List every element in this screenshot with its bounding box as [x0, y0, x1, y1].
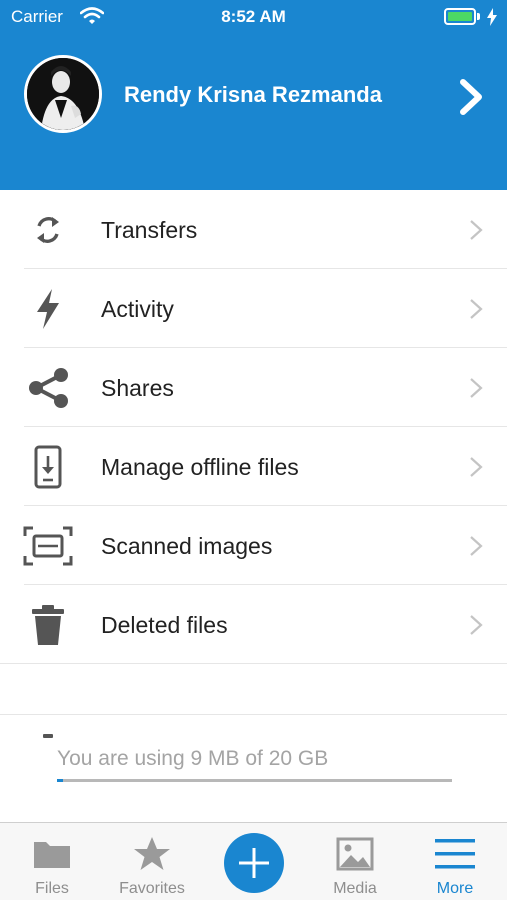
- tab-label: More: [436, 880, 474, 897]
- chevron-right-icon[interactable]: [456, 77, 486, 117]
- menu-item-activity[interactable]: Activity: [0, 269, 507, 348]
- lightning-icon: [22, 287, 74, 331]
- star-icon: [134, 837, 170, 870]
- menu-item-label: Transfers: [101, 217, 198, 243]
- menu-item-label: Activity: [101, 296, 174, 322]
- menu-item-transfers[interactable]: Transfers: [0, 190, 507, 269]
- tab-media[interactable]: Media: [305, 823, 405, 900]
- chevron-right-icon: [470, 220, 483, 240]
- chevron-right-icon: [470, 457, 483, 477]
- tab-label: Media: [333, 880, 377, 897]
- phone-download-icon: [22, 445, 74, 489]
- plus-icon: [239, 848, 269, 878]
- storage-progress-fill: [57, 779, 63, 782]
- add-button[interactable]: [224, 833, 284, 893]
- profile-row[interactable]: Rendy Krisna Rezmanda: [0, 55, 507, 137]
- menu-item-deleted-files[interactable]: Deleted files: [0, 585, 507, 664]
- status-bar: Carrier 8:52 AM: [0, 0, 507, 34]
- storage-marker: [43, 734, 53, 738]
- tab-favorites[interactable]: Favorites: [102, 823, 202, 900]
- menu-item-label: Shares: [101, 375, 174, 401]
- more-menu: Transfers Activity Shares Manage offline…: [0, 190, 507, 664]
- image-icon: [336, 837, 374, 871]
- scan-icon: [22, 524, 74, 568]
- profile-header: Carrier 8:52 AM Rendy Krisna Rezmanda: [0, 0, 507, 190]
- section-divider: [0, 714, 507, 715]
- share-icon: [22, 366, 74, 410]
- profile-name[interactable]: Rendy Krisna Rezmanda: [124, 82, 382, 108]
- chevron-right-icon: [470, 536, 483, 556]
- chevron-right-icon: [470, 299, 483, 319]
- tab-label: Files: [35, 880, 69, 897]
- tab-more[interactable]: More: [405, 823, 505, 900]
- chevron-right-icon: [470, 378, 483, 398]
- storage-usage-text: You are using 9 MB of 20 GB: [57, 747, 329, 770]
- chevron-right-icon: [470, 615, 483, 635]
- battery-tip: [477, 13, 480, 20]
- menu-item-label: Deleted files: [101, 612, 228, 638]
- tab-files[interactable]: Files: [2, 823, 102, 900]
- trash-icon: [22, 603, 74, 647]
- tab-label: Favorites: [119, 880, 185, 897]
- battery-icon: [444, 8, 476, 25]
- menu-icon: [435, 839, 475, 869]
- menu-item-shares[interactable]: Shares: [0, 348, 507, 427]
- storage-progress-bar: [57, 779, 452, 782]
- clock: 8:52 AM: [221, 7, 286, 26]
- tab-bar: Files Favorites Media More: [0, 822, 507, 900]
- avatar[interactable]: [24, 55, 102, 133]
- divider: [0, 663, 507, 664]
- sync-icon: [22, 208, 74, 252]
- menu-item-label: Manage offline files: [101, 454, 299, 480]
- folder-icon: [34, 842, 70, 868]
- menu-item-manage-offline-files[interactable]: Manage offline files: [0, 427, 507, 506]
- avatar-image: [27, 58, 99, 130]
- menu-item-scanned-images[interactable]: Scanned images: [0, 506, 507, 585]
- charging-icon: [487, 8, 497, 26]
- menu-item-label: Scanned images: [101, 533, 273, 559]
